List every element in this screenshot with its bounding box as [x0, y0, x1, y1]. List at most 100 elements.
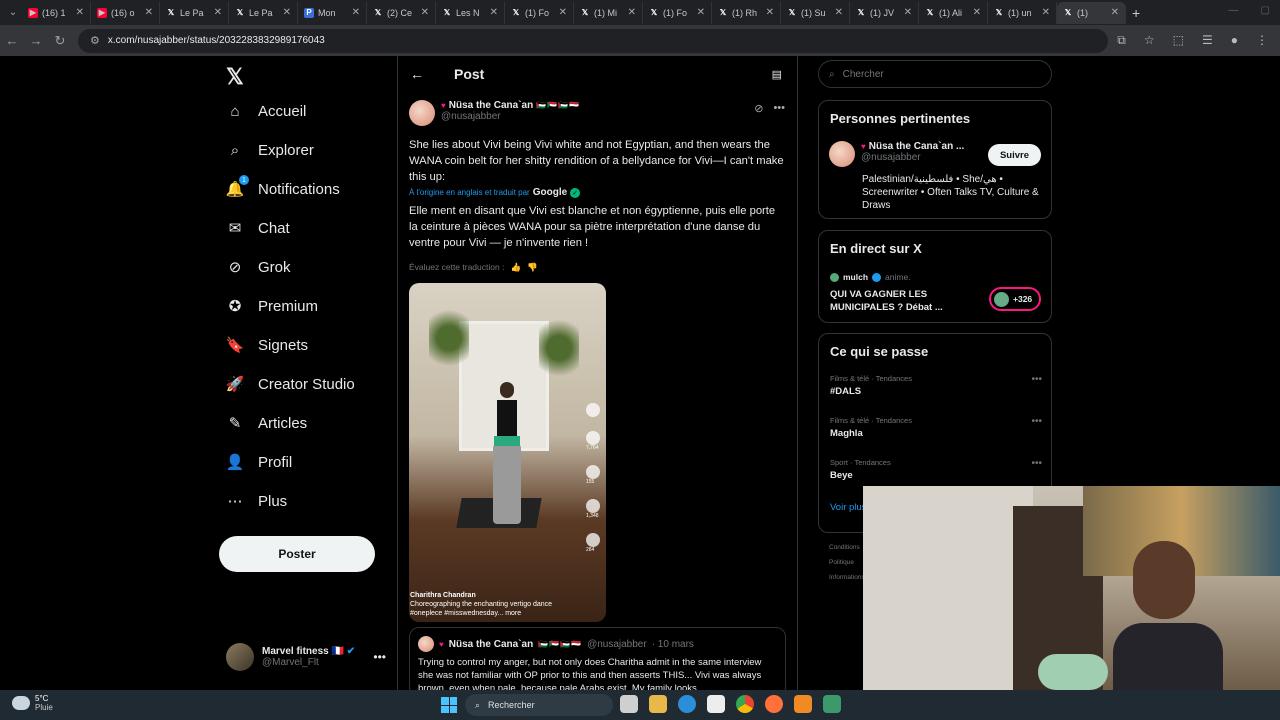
firefox-icon[interactable] [765, 695, 783, 713]
close-icon[interactable]: ✕ [283, 7, 291, 18]
maximize-icon[interactable]: ▢ [1261, 5, 1270, 16]
footer-link[interactable]: Informations [829, 570, 865, 585]
close-icon[interactable]: ✕ [214, 7, 222, 18]
close-icon[interactable]: ✕ [352, 7, 360, 18]
browser-tab[interactable]: 𝕏 Les N ✕ [436, 1, 505, 24]
trend-item[interactable]: Films & télé · Tendances #DALS ••• [830, 374, 1042, 397]
browser-tab[interactable]: 𝕏 (1) Fo ✕ [505, 1, 574, 24]
follow-button[interactable]: Suivre [988, 144, 1041, 166]
post-author[interactable]: ♥ Nüsa the Cana`an 🇵🇸🇸🇩🇵🇸🇾🇪 @nusajabber [409, 100, 580, 126]
back-arrow-icon[interactable]: ← [410, 66, 424, 82]
url-field[interactable]: ⚙ x.com/nusajabber/status/20322838329891… [78, 28, 1108, 53]
close-icon[interactable]: ✕ [628, 7, 636, 18]
app-icon[interactable] [823, 695, 841, 713]
edge-icon[interactable] [678, 695, 696, 713]
close-icon[interactable]: ✕ [835, 7, 843, 18]
translation-note-text[interactable]: À l'origine en anglais et traduit par [409, 188, 530, 197]
vlc-icon[interactable] [794, 695, 812, 713]
nav-item-accueil[interactable]: ⌂ Accueil [226, 102, 306, 120]
back-icon[interactable]: ← [0, 33, 24, 48]
task-view-icon[interactable] [620, 695, 638, 713]
thumbs-down-icon[interactable]: 👎 [527, 262, 538, 273]
close-icon[interactable]: ✕ [76, 7, 84, 18]
nav-item-creator-studio[interactable]: 🚀 Creator Studio [226, 375, 355, 394]
extensions-icon[interactable]: ⬚ [1173, 33, 1184, 48]
close-icon[interactable]: ✕ [421, 7, 429, 18]
close-icon[interactable]: ✕ [145, 7, 153, 18]
nav-item-notifications[interactable]: 🔔 1 Notifications [226, 175, 340, 198]
browser-tab[interactable]: 𝕏 (1) Rh ✕ [712, 1, 781, 24]
menu-icon[interactable]: ⋮ [1256, 33, 1268, 48]
live-listeners-pill[interactable]: +326 [989, 287, 1041, 311]
browser-tab[interactable]: ▶ (16) o ✕ [91, 1, 160, 24]
browser-tab[interactable]: ▶ (16) 1 ✕ [22, 1, 91, 24]
star-icon[interactable]: ☆ [1144, 33, 1155, 48]
browser-tab[interactable]: 𝕏 (1) un ✕ [988, 1, 1057, 24]
browser-tab[interactable]: 𝕏 (1) JV ✕ [850, 1, 919, 24]
browser-tab[interactable]: 𝕏 Le Pa ✕ [160, 1, 229, 24]
more-icon[interactable]: ••• [1031, 374, 1042, 385]
live-text[interactable]: QUI VA GAGNER LES MUNICIPALES ? Débat ..… [830, 288, 970, 314]
close-icon[interactable]: ✕ [559, 7, 567, 18]
browser-tab[interactable]: 𝕏 (1) Ali ✕ [919, 1, 988, 24]
file-explorer-icon[interactable] [649, 695, 667, 713]
nav-item-explorer[interactable]: ⌕ Explorer [226, 141, 314, 159]
close-icon[interactable]: ✕ [1042, 7, 1050, 18]
close-icon[interactable]: ✕ [1111, 7, 1119, 18]
avatar[interactable] [829, 141, 855, 167]
browser-tab[interactable]: 𝕏 (1) Mi ✕ [574, 1, 643, 24]
footer-link[interactable]: Politique [829, 555, 865, 570]
windows-start-icon[interactable] [441, 697, 457, 713]
nav-item-grok[interactable]: ⊘ Grok [226, 258, 291, 277]
more-icon[interactable]: ••• [773, 102, 785, 115]
reader-icon[interactable]: ▤ [772, 68, 782, 81]
avatar[interactable] [409, 100, 435, 126]
see-more-link[interactable]: Voir plus [830, 502, 866, 513]
forward-icon[interactable]: → [24, 33, 48, 48]
grok-icon[interactable]: ⊘ [754, 102, 763, 115]
x-logo-icon[interactable]: 𝕏 [226, 64, 244, 90]
account-switcher[interactable]: Marvel fitness 🇫🇷 ✔ @Marvel_Flt ••• [226, 642, 386, 672]
search-input[interactable]: ⌕ Chercher [818, 60, 1052, 88]
tab-search-icon[interactable]: ⌄ [4, 4, 22, 22]
post-video[interactable]: 7,764 155 1,348 284 Charithra Chandran C… [409, 283, 606, 622]
close-icon[interactable]: ✕ [904, 7, 912, 18]
profile-icon[interactable]: ● [1231, 33, 1238, 48]
weather-widget[interactable]: 5°C Pluie [12, 694, 53, 712]
close-icon[interactable]: ✕ [973, 7, 981, 18]
site-info-icon[interactable]: ⚙ [90, 34, 100, 47]
thumbs-up-icon[interactable]: 👍 [510, 262, 521, 273]
minimize-icon[interactable]: — [1229, 5, 1239, 16]
nav-item-plus[interactable]: ⋯ Plus [226, 492, 288, 511]
relevant-person[interactable]: ♥ Nüsa the Cana`an ... @nusajabber [829, 141, 964, 167]
browser-tab[interactable]: 𝕏 (1) ✕ [1057, 1, 1126, 24]
post-button[interactable]: Poster [219, 536, 375, 572]
trend-item[interactable]: Films & télé · Tendances Maghla ••• [830, 416, 1042, 439]
footer-link[interactable]: Conditions [829, 540, 865, 555]
store-icon[interactable] [707, 695, 725, 713]
install-icon[interactable]: ⧉ [1117, 33, 1126, 48]
close-icon[interactable]: ✕ [766, 7, 774, 18]
browser-tab[interactable]: 𝕏 (1) Fo ✕ [643, 1, 712, 24]
browser-tab[interactable]: 𝕏 (2) Ce ✕ [367, 1, 436, 24]
nav-item-articles[interactable]: ✎ Articles [226, 414, 307, 433]
close-icon[interactable]: ✕ [490, 7, 498, 18]
reload-icon[interactable]: ↻ [48, 33, 72, 49]
media-icon[interactable]: ☰ [1202, 33, 1213, 48]
nav-item-chat[interactable]: ✉ Chat [226, 219, 290, 238]
more-icon[interactable]: ••• [373, 650, 386, 664]
close-icon[interactable]: ✕ [697, 7, 705, 18]
browser-tab[interactable]: P Mon ✕ [298, 1, 367, 24]
browser-tab[interactable]: 𝕏 (1) Su ✕ [781, 1, 850, 24]
nav-item-premium[interactable]: ✪ Premium [226, 297, 318, 316]
browser-tab[interactable]: 𝕏 Le Pa ✕ [229, 1, 298, 24]
trend-item[interactable]: Sport · Tendances Beye ••• [830, 458, 1042, 481]
more-icon[interactable]: ••• [1031, 458, 1042, 469]
quoted-reply[interactable]: ♥ Nüsa the Cana`an 🇵🇸🇸🇩🇵🇸🇾🇪 @nusajabber … [409, 627, 786, 690]
taskbar-search[interactable]: ⌕ Rechercher [465, 694, 613, 716]
chrome-icon[interactable] [736, 695, 754, 713]
nav-item-signets[interactable]: 🔖 Signets [226, 336, 308, 355]
nav-item-profil[interactable]: 👤 Profil [226, 453, 293, 472]
new-tab-button[interactable]: + [1132, 5, 1140, 21]
more-icon[interactable]: ••• [1031, 416, 1042, 427]
